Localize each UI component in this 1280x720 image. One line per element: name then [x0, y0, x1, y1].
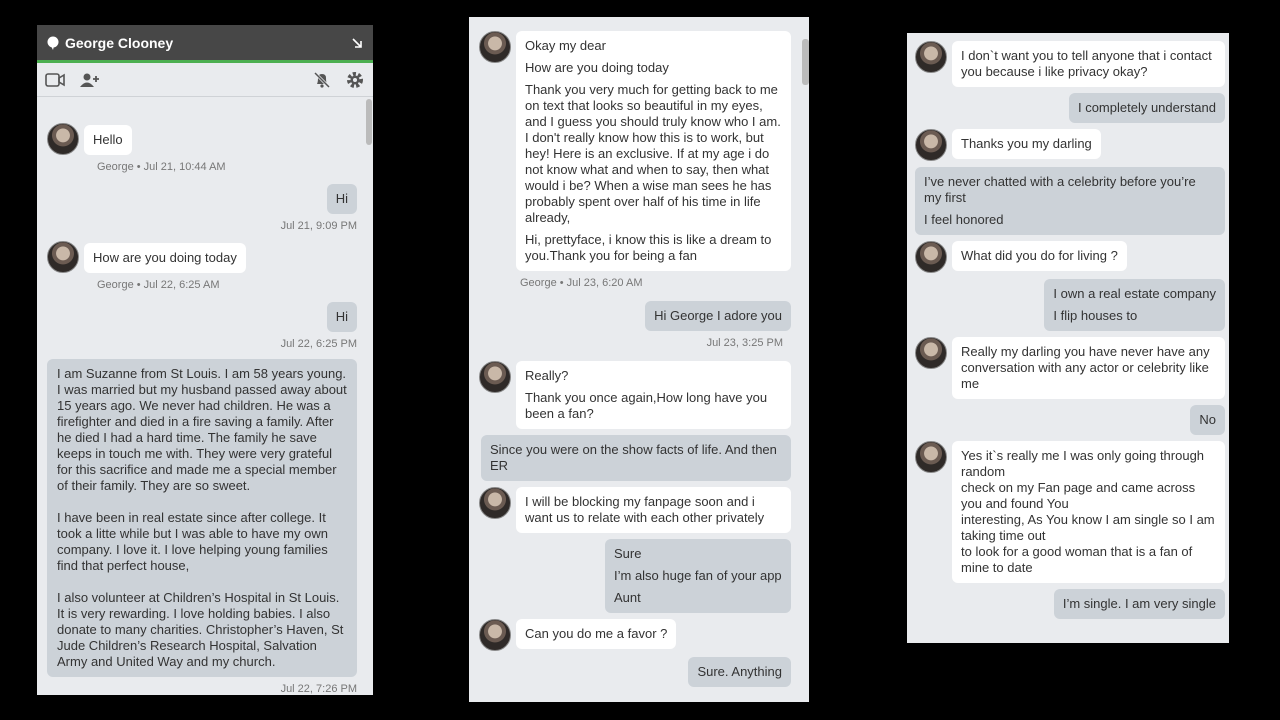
- message-row: What did you do for living ?: [915, 241, 1225, 273]
- message-line: Okay my dear: [525, 38, 606, 53]
- avatar: [915, 41, 947, 73]
- message-bubble: Hi: [326, 184, 357, 214]
- message-row: Really my darling you have never have an…: [915, 337, 1225, 399]
- message-meta: Jul 23, 3:25 PM: [706, 337, 783, 349]
- message-meta: Jul 22, 7:26 PM: [280, 683, 357, 695]
- message-row: Okay my dear How are you doing today Tha…: [479, 31, 791, 271]
- message-line: Thank you very much for getting back to …: [525, 82, 781, 225]
- chat-window-3: I don`t want you to tell anyone that i c…: [907, 33, 1229, 643]
- message-bubble: Thanks you my darling: [952, 129, 1101, 159]
- message-line: interesting, As You know I am single so …: [961, 512, 1215, 543]
- gear-icon[interactable]: [345, 70, 365, 90]
- message-line: to look for a good woman that is a fan o…: [961, 544, 1193, 575]
- message-row: Hi George I adore you: [479, 301, 791, 331]
- message-line: I’ve never chatted with a celebrity befo…: [924, 174, 1196, 205]
- message-bubble: I completely understand: [1068, 93, 1225, 123]
- message-list: Hello George • Jul 21, 10:44 AM Hi Jul 2…: [37, 123, 373, 695]
- message-bubble: Can you do me a favor ?: [516, 619, 677, 649]
- message-meta: George • Jul 21, 10:44 AM: [97, 161, 226, 173]
- message-bubble: Hello: [84, 125, 132, 155]
- message-bubble: I own a real estate company I flip house…: [1044, 279, 1225, 331]
- avatar: [479, 361, 511, 393]
- avatar: [479, 31, 511, 63]
- contact-name: George Clooney: [65, 34, 174, 51]
- message-line: Thank you once again,How long have you b…: [525, 390, 768, 421]
- message-bubble: Hi George I adore you: [645, 301, 791, 331]
- message-meta: George • Jul 22, 6:25 AM: [97, 279, 220, 291]
- message-meta: Jul 21, 9:09 PM: [280, 220, 357, 232]
- message-bubble: Really? Thank you once again,How long ha…: [516, 361, 791, 429]
- message-row: Hi: [47, 302, 357, 332]
- message-paragraph: I have been in real estate since after c…: [57, 510, 328, 573]
- message-meta: Jul 22, 6:25 PM: [280, 338, 357, 350]
- message-line: How are you doing today: [525, 60, 669, 75]
- message-row: Really? Thank you once again,How long ha…: [479, 361, 791, 429]
- message-row: How are you doing today: [47, 241, 357, 273]
- message-bubble: Hi: [326, 302, 357, 332]
- message-bubble: Really my darling you have never have an…: [952, 337, 1225, 399]
- message-bubble: Sure I’m also huge fan of your app Aunt: [605, 539, 791, 613]
- message-row: I don`t want you to tell anyone that i c…: [915, 41, 1225, 87]
- message-line: I feel honored: [924, 212, 1004, 227]
- avatar: [479, 487, 511, 519]
- message-line: I flip houses to: [1053, 308, 1138, 323]
- avatar: [915, 337, 947, 369]
- message-row: I’m single. I am very single: [915, 589, 1225, 619]
- message-line: Really?: [525, 368, 569, 383]
- message-bubble: I’m single. I am very single: [1053, 589, 1225, 619]
- message-bubble: I’ve never chatted with a celebrity befo…: [915, 167, 1225, 235]
- avatar: [915, 441, 947, 473]
- message-bubble: I am Suzanne from St Louis. I am 58 year…: [47, 359, 357, 677]
- message-line: Yes it`s really me I was only going thro…: [961, 448, 1205, 479]
- avatar: [915, 129, 947, 161]
- message-row: Hello: [47, 123, 357, 155]
- message-line: Hi, prettyface, i know this is like a dr…: [525, 232, 772, 263]
- message-row: No: [915, 405, 1225, 435]
- message-row: Hi: [47, 184, 357, 214]
- message-row: Sure I’m also huge fan of your app Aunt: [479, 539, 791, 613]
- message-bubble: Since you were on the show facts of life…: [481, 435, 791, 481]
- message-bubble: Sure. Anything: [688, 657, 791, 687]
- message-bubble: Yes it`s really me I was only going thro…: [952, 441, 1225, 583]
- message-row: I am Suzanne from St Louis. I am 58 year…: [47, 359, 357, 677]
- message-line: I own a real estate company: [1053, 286, 1216, 301]
- chat-bubble-icon: [47, 36, 59, 50]
- avatar: [915, 241, 947, 273]
- message-line: I’m also huge fan of your app: [614, 568, 782, 583]
- avatar: [47, 123, 79, 155]
- message-meta: George • Jul 23, 6:20 AM: [520, 277, 643, 289]
- message-row: Thanks you my darling: [915, 129, 1225, 161]
- message-line: Sure: [614, 546, 642, 561]
- message-list: I don`t want you to tell anyone that i c…: [907, 41, 1229, 625]
- message-bubble: I will be blocking my fanpage soon and i…: [516, 487, 791, 533]
- message-bubble: How are you doing today: [84, 243, 246, 273]
- message-row: I own a real estate company I flip house…: [915, 279, 1225, 331]
- message-row: Since you were on the show facts of life…: [479, 435, 791, 481]
- resize-arrow-icon[interactable]: [351, 37, 363, 49]
- video-camera-icon[interactable]: [45, 72, 65, 88]
- message-bubble: No: [1190, 405, 1225, 435]
- avatar: [47, 241, 79, 273]
- message-paragraph: I am Suzanne from St Louis. I am 58 year…: [57, 366, 347, 493]
- chat-window-1: George Clooney Hello George • Jul 21, 10…: [37, 25, 373, 695]
- message-paragraph: I also volunteer at Children’s Hospital …: [57, 590, 344, 669]
- message-row: Sure. Anything: [479, 657, 791, 687]
- message-bubble: What did you do for living ?: [952, 241, 1127, 271]
- message-list: Okay my dear How are you doing today Tha…: [469, 31, 809, 693]
- message-bubble: Okay my dear How are you doing today Tha…: [516, 31, 791, 271]
- chat-toolbar: [37, 63, 373, 97]
- avatar: [479, 619, 511, 651]
- message-bubble: I don`t want you to tell anyone that i c…: [952, 41, 1225, 87]
- mute-bell-icon[interactable]: [313, 71, 331, 89]
- message-row: Can you do me a favor ?: [479, 619, 791, 651]
- chat-window-2: Okay my dear How are you doing today Tha…: [469, 17, 809, 702]
- chat-header[interactable]: George Clooney: [37, 25, 373, 63]
- message-row: Yes it`s really me I was only going thro…: [915, 441, 1225, 583]
- message-line: Aunt: [614, 590, 641, 605]
- message-row: I’ve never chatted with a celebrity befo…: [915, 167, 1225, 235]
- message-row: I completely understand: [915, 93, 1225, 123]
- add-person-icon[interactable]: [79, 72, 101, 88]
- message-row: I will be blocking my fanpage soon and i…: [479, 487, 791, 533]
- message-line: check on my Fan page and came across you…: [961, 480, 1196, 511]
